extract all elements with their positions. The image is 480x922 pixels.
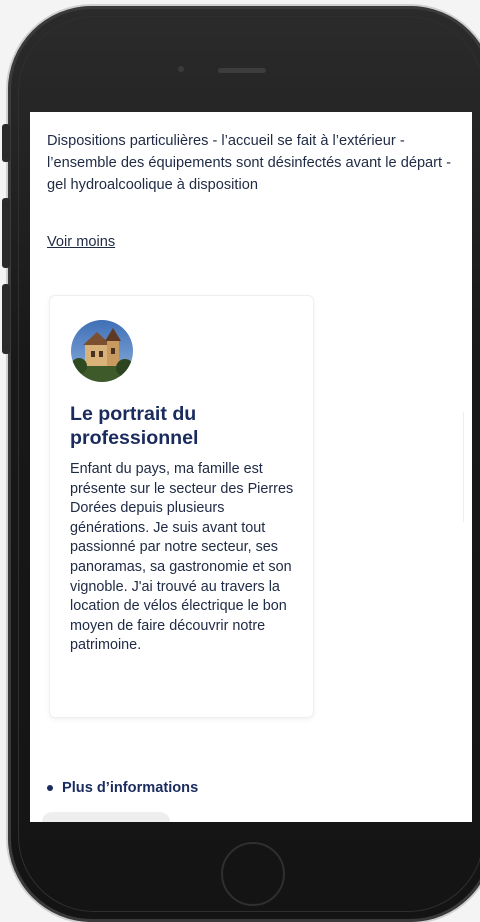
mute-switch	[2, 124, 10, 162]
portrait-body: Enfant du pays, ma famille est présente …	[70, 461, 294, 654]
front-camera-icon	[178, 66, 184, 72]
volume-up-button	[2, 198, 10, 268]
phone-screen: Dispositions particulières - l’accueil s…	[30, 112, 472, 822]
portrait-card: Le portrait du professionnel Enfant du p…	[49, 295, 314, 718]
speaker-grille	[218, 68, 266, 73]
voir-moins-link[interactable]: Voir moins	[47, 234, 115, 250]
plus-informations-label: Plus d’informations	[62, 780, 199, 796]
avatar	[71, 320, 133, 382]
info-pill[interactable]	[42, 812, 170, 822]
portrait-title: Le portrait du professionnel	[70, 403, 199, 449]
scroll-edge	[463, 412, 464, 522]
bullet-icon	[47, 785, 53, 791]
home-button[interactable]	[221, 842, 285, 906]
dispositions-text: Dispositions particulières - l’accueil s…	[47, 133, 452, 193]
plus-informations-heading[interactable]: Plus d’informations	[47, 780, 198, 796]
volume-down-button	[2, 284, 10, 354]
chateau-photo-icon	[71, 320, 133, 382]
mockup-stage: Dispositions particulières - l’accueil s…	[0, 0, 480, 922]
